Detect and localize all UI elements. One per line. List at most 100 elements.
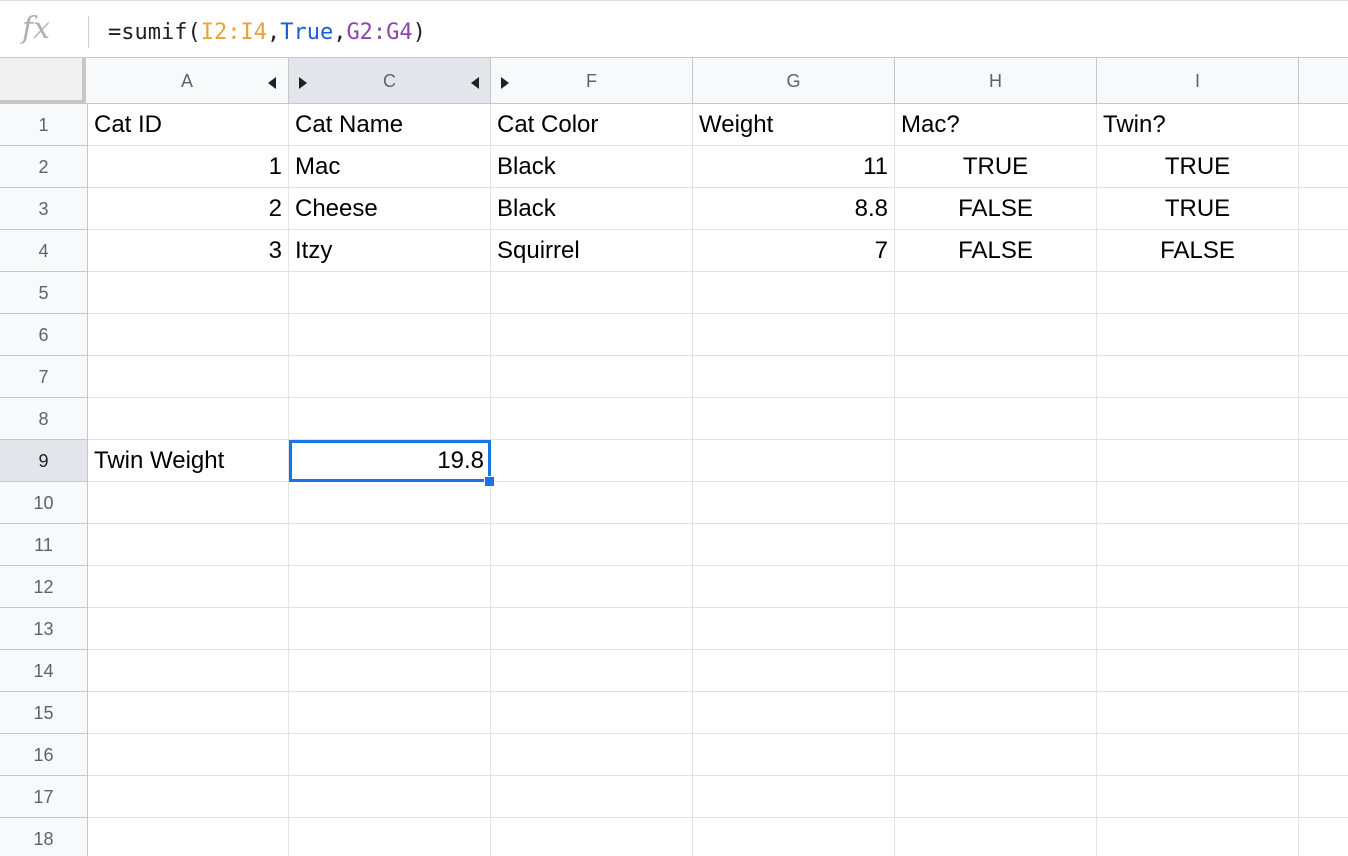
cell-i5[interactable]: [1097, 272, 1299, 314]
cell-c9[interactable]: 19.8: [289, 440, 491, 482]
cell-c18[interactable]: [289, 818, 491, 856]
cell-c7[interactable]: [289, 356, 491, 398]
row-header-17[interactable]: 17: [0, 776, 88, 818]
cell-h11[interactable]: [895, 524, 1097, 566]
cell-g13[interactable]: [693, 608, 895, 650]
cell-g1[interactable]: Weight: [693, 104, 895, 146]
cell-a4[interactable]: 3: [88, 230, 289, 272]
cell-a1[interactable]: Cat ID: [88, 104, 289, 146]
row-header-14[interactable]: 14: [0, 650, 88, 692]
cell-i1[interactable]: Twin?: [1097, 104, 1299, 146]
cell-f5[interactable]: [491, 272, 693, 314]
cell-i17[interactable]: [1097, 776, 1299, 818]
row-header-12[interactable]: 12: [0, 566, 88, 608]
cell-next1[interactable]: [1299, 104, 1348, 146]
cell-next7[interactable]: [1299, 356, 1348, 398]
cell-f2[interactable]: Black: [491, 146, 693, 188]
column-header-g[interactable]: G: [693, 58, 895, 104]
cell-f6[interactable]: [491, 314, 693, 356]
cell-i7[interactable]: [1097, 356, 1299, 398]
row-header-13[interactable]: 13: [0, 608, 88, 650]
cell-g15[interactable]: [693, 692, 895, 734]
cell-f16[interactable]: [491, 734, 693, 776]
cell-c2[interactable]: Mac: [289, 146, 491, 188]
formula-input[interactable]: =sumif(I2:I4,True,G2:G4): [108, 15, 426, 51]
cell-a5[interactable]: [88, 272, 289, 314]
cell-i6[interactable]: [1097, 314, 1299, 356]
cell-g14[interactable]: [693, 650, 895, 692]
row-header-4[interactable]: 4: [0, 230, 88, 272]
cell-f7[interactable]: [491, 356, 693, 398]
row-header-5[interactable]: 5: [0, 272, 88, 314]
cell-i3[interactable]: TRUE: [1097, 188, 1299, 230]
cell-next18[interactable]: [1299, 818, 1348, 856]
cell-i4[interactable]: FALSE: [1097, 230, 1299, 272]
cell-f13[interactable]: [491, 608, 693, 650]
cell-a10[interactable]: [88, 482, 289, 524]
cell-next9[interactable]: [1299, 440, 1348, 482]
row-header-2[interactable]: 2: [0, 146, 88, 188]
cell-h14[interactable]: [895, 650, 1097, 692]
column-header-i[interactable]: I: [1097, 58, 1299, 104]
cell-h5[interactable]: [895, 272, 1097, 314]
expand-hidden-columns-right-icon[interactable]: [299, 77, 307, 89]
cell-h2[interactable]: TRUE: [895, 146, 1097, 188]
cell-next10[interactable]: [1299, 482, 1348, 524]
cell-f17[interactable]: [491, 776, 693, 818]
cell-next3[interactable]: [1299, 188, 1348, 230]
cell-f12[interactable]: [491, 566, 693, 608]
cell-h8[interactable]: [895, 398, 1097, 440]
cell-next5[interactable]: [1299, 272, 1348, 314]
row-header-8[interactable]: 8: [0, 398, 88, 440]
cell-next4[interactable]: [1299, 230, 1348, 272]
cell-a2[interactable]: 1: [88, 146, 289, 188]
cell-f1[interactable]: Cat Color: [491, 104, 693, 146]
cell-g3[interactable]: 8.8: [693, 188, 895, 230]
cell-h1[interactable]: Mac?: [895, 104, 1097, 146]
cell-next11[interactable]: [1299, 524, 1348, 566]
cell-c12[interactable]: [289, 566, 491, 608]
cell-h7[interactable]: [895, 356, 1097, 398]
cell-i9[interactable]: [1097, 440, 1299, 482]
row-header-10[interactable]: 10: [0, 482, 88, 524]
cell-a9[interactable]: Twin Weight: [88, 440, 289, 482]
cell-f14[interactable]: [491, 650, 693, 692]
cell-i16[interactable]: [1097, 734, 1299, 776]
cell-next14[interactable]: [1299, 650, 1348, 692]
select-all-corner[interactable]: [0, 58, 86, 104]
cell-c6[interactable]: [289, 314, 491, 356]
cell-g2[interactable]: 11: [693, 146, 895, 188]
cell-c1[interactable]: Cat Name: [289, 104, 491, 146]
cell-a6[interactable]: [88, 314, 289, 356]
cell-c3[interactable]: Cheese: [289, 188, 491, 230]
cell-c16[interactable]: [289, 734, 491, 776]
column-header-f[interactable]: F: [491, 58, 693, 104]
cell-next8[interactable]: [1299, 398, 1348, 440]
cell-c4[interactable]: Itzy: [289, 230, 491, 272]
cell-a8[interactable]: [88, 398, 289, 440]
cell-f3[interactable]: Black: [491, 188, 693, 230]
cell-i2[interactable]: TRUE: [1097, 146, 1299, 188]
cell-h6[interactable]: [895, 314, 1097, 356]
cell-next6[interactable]: [1299, 314, 1348, 356]
cell-next13[interactable]: [1299, 608, 1348, 650]
row-header-11[interactable]: 11: [0, 524, 88, 566]
row-header-15[interactable]: 15: [0, 692, 88, 734]
cell-a18[interactable]: [88, 818, 289, 856]
row-header-18[interactable]: 18: [0, 818, 88, 856]
cell-i11[interactable]: [1097, 524, 1299, 566]
cell-h3[interactable]: FALSE: [895, 188, 1097, 230]
cell-g10[interactable]: [693, 482, 895, 524]
cell-g11[interactable]: [693, 524, 895, 566]
column-header-h[interactable]: H: [895, 58, 1097, 104]
cell-g18[interactable]: [693, 818, 895, 856]
cell-g8[interactable]: [693, 398, 895, 440]
cell-g6[interactable]: [693, 314, 895, 356]
row-header-9[interactable]: 9: [0, 440, 88, 482]
expand-hidden-columns-left-icon[interactable]: [268, 77, 276, 89]
cell-h9[interactable]: [895, 440, 1097, 482]
cell-i10[interactable]: [1097, 482, 1299, 524]
cell-g7[interactable]: [693, 356, 895, 398]
expand-hidden-columns-right-icon[interactable]: [501, 77, 509, 89]
cell-c5[interactable]: [289, 272, 491, 314]
